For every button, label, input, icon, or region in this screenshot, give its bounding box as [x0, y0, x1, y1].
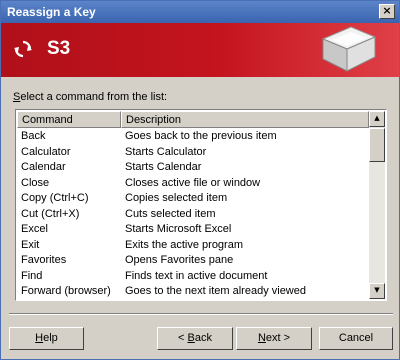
description-cell: Forwards e-mail in the active window [121, 300, 369, 301]
close-button[interactable]: × [379, 4, 395, 19]
description-cell: Closes active file or window [125, 176, 261, 189]
scroll-up-button[interactable]: ▲ [369, 111, 385, 127]
cancel-button[interactable]: Cancel [319, 327, 393, 350]
list-item[interactable]: Favorites Opens Favorites pane [17, 253, 369, 269]
description-cell: Starts Calculator [125, 145, 207, 158]
description-cell: Starts Microsoft Excel [125, 223, 232, 235]
description-cell: Exits the active program [125, 238, 243, 251]
list-item[interactable]: Close Closes active file or window [17, 176, 369, 192]
command-cell: Find [21, 269, 43, 282]
command-cell: Forward (browser) [21, 285, 111, 297]
description-cell: Starts Calendar [125, 161, 202, 173]
list-item[interactable]: Back Goes back to the previous item [17, 129, 369, 145]
description-cell: Goes to the next item already viewed [125, 285, 306, 297]
button-divider [9, 313, 393, 315]
list-item[interactable]: Exit Exits the active program [17, 238, 369, 254]
command-cell: Back [21, 130, 46, 142]
refresh-icon [13, 39, 33, 59]
command-cell: Calculator [21, 145, 71, 158]
list-item[interactable]: Calendar Starts Calendar [17, 160, 369, 176]
header-banner: S3 [1, 23, 399, 77]
list-item[interactable]: Cut (Ctrl+X) Cuts selected item [17, 207, 369, 223]
next-button[interactable]: Next > [236, 327, 312, 350]
title-bar[interactable]: Reassign a Key × [1, 1, 399, 23]
back-button[interactable]: < Back [157, 327, 233, 350]
command-cell: Calendar [21, 161, 66, 173]
description-cell: Copies selected item [125, 192, 228, 204]
list-header: Command Description [17, 111, 369, 128]
key-cube-logo [317, 25, 379, 77]
description-cell: Opens Favorites pane [125, 254, 234, 266]
list-item[interactable]: Calculator Starts Calculator [17, 145, 369, 161]
scroll-thumb[interactable] [369, 128, 385, 162]
arrow-down-icon: ▼ [374, 286, 380, 294]
list-rows: Back Goes back to the previous item Calcul… [17, 129, 369, 301]
arrow-up-icon: ▲ [374, 114, 380, 122]
command-cell: Excel [21, 223, 48, 235]
list-item[interactable]: Excel Starts Microsoft Excel [17, 222, 369, 238]
list-item[interactable]: Find Finds text in active document [17, 269, 369, 285]
command-cell: Exit [21, 238, 40, 251]
help-button[interactable]: Help [9, 327, 84, 350]
vertical-scrollbar[interactable]: ▲ ▼ [369, 111, 385, 299]
command-cell: Forward (e-mail) [17, 300, 121, 301]
command-cell: Copy (Ctrl+C) [21, 192, 89, 204]
close-icon: × [382, 4, 392, 17]
command-list[interactable]: Command Description Back Goes back to the… [15, 109, 387, 301]
scroll-down-button[interactable]: ▼ [369, 283, 385, 299]
list-item[interactable]: Forward (e-mail)Forwards e-mail in the a… [17, 300, 369, 301]
command-cell: Favorites [21, 254, 67, 266]
reassign-key-dialog: Reassign a Key × S3 Select a command fro… [0, 0, 400, 360]
list-item[interactable]: Copy (Ctrl+C) Copies selected item [17, 191, 369, 207]
list-item[interactable]: Forward (browser) Goes to the next item a… [17, 284, 369, 300]
instruction-label: Select a command from the list: [13, 91, 168, 103]
column-header-description[interactable]: Description [121, 111, 369, 128]
description-cell: Finds text in active document [125, 269, 268, 282]
column-header-command[interactable]: Command [17, 111, 121, 128]
command-cell: Cut (Ctrl+X) [21, 207, 80, 220]
description-cell: Goes back to the previous item [125, 130, 277, 142]
description-cell: Cuts selected item [125, 207, 216, 220]
window-title: Reassign a Key [7, 5, 96, 19]
command-cell: Close [21, 176, 50, 189]
banner-label: S3 [47, 38, 71, 59]
